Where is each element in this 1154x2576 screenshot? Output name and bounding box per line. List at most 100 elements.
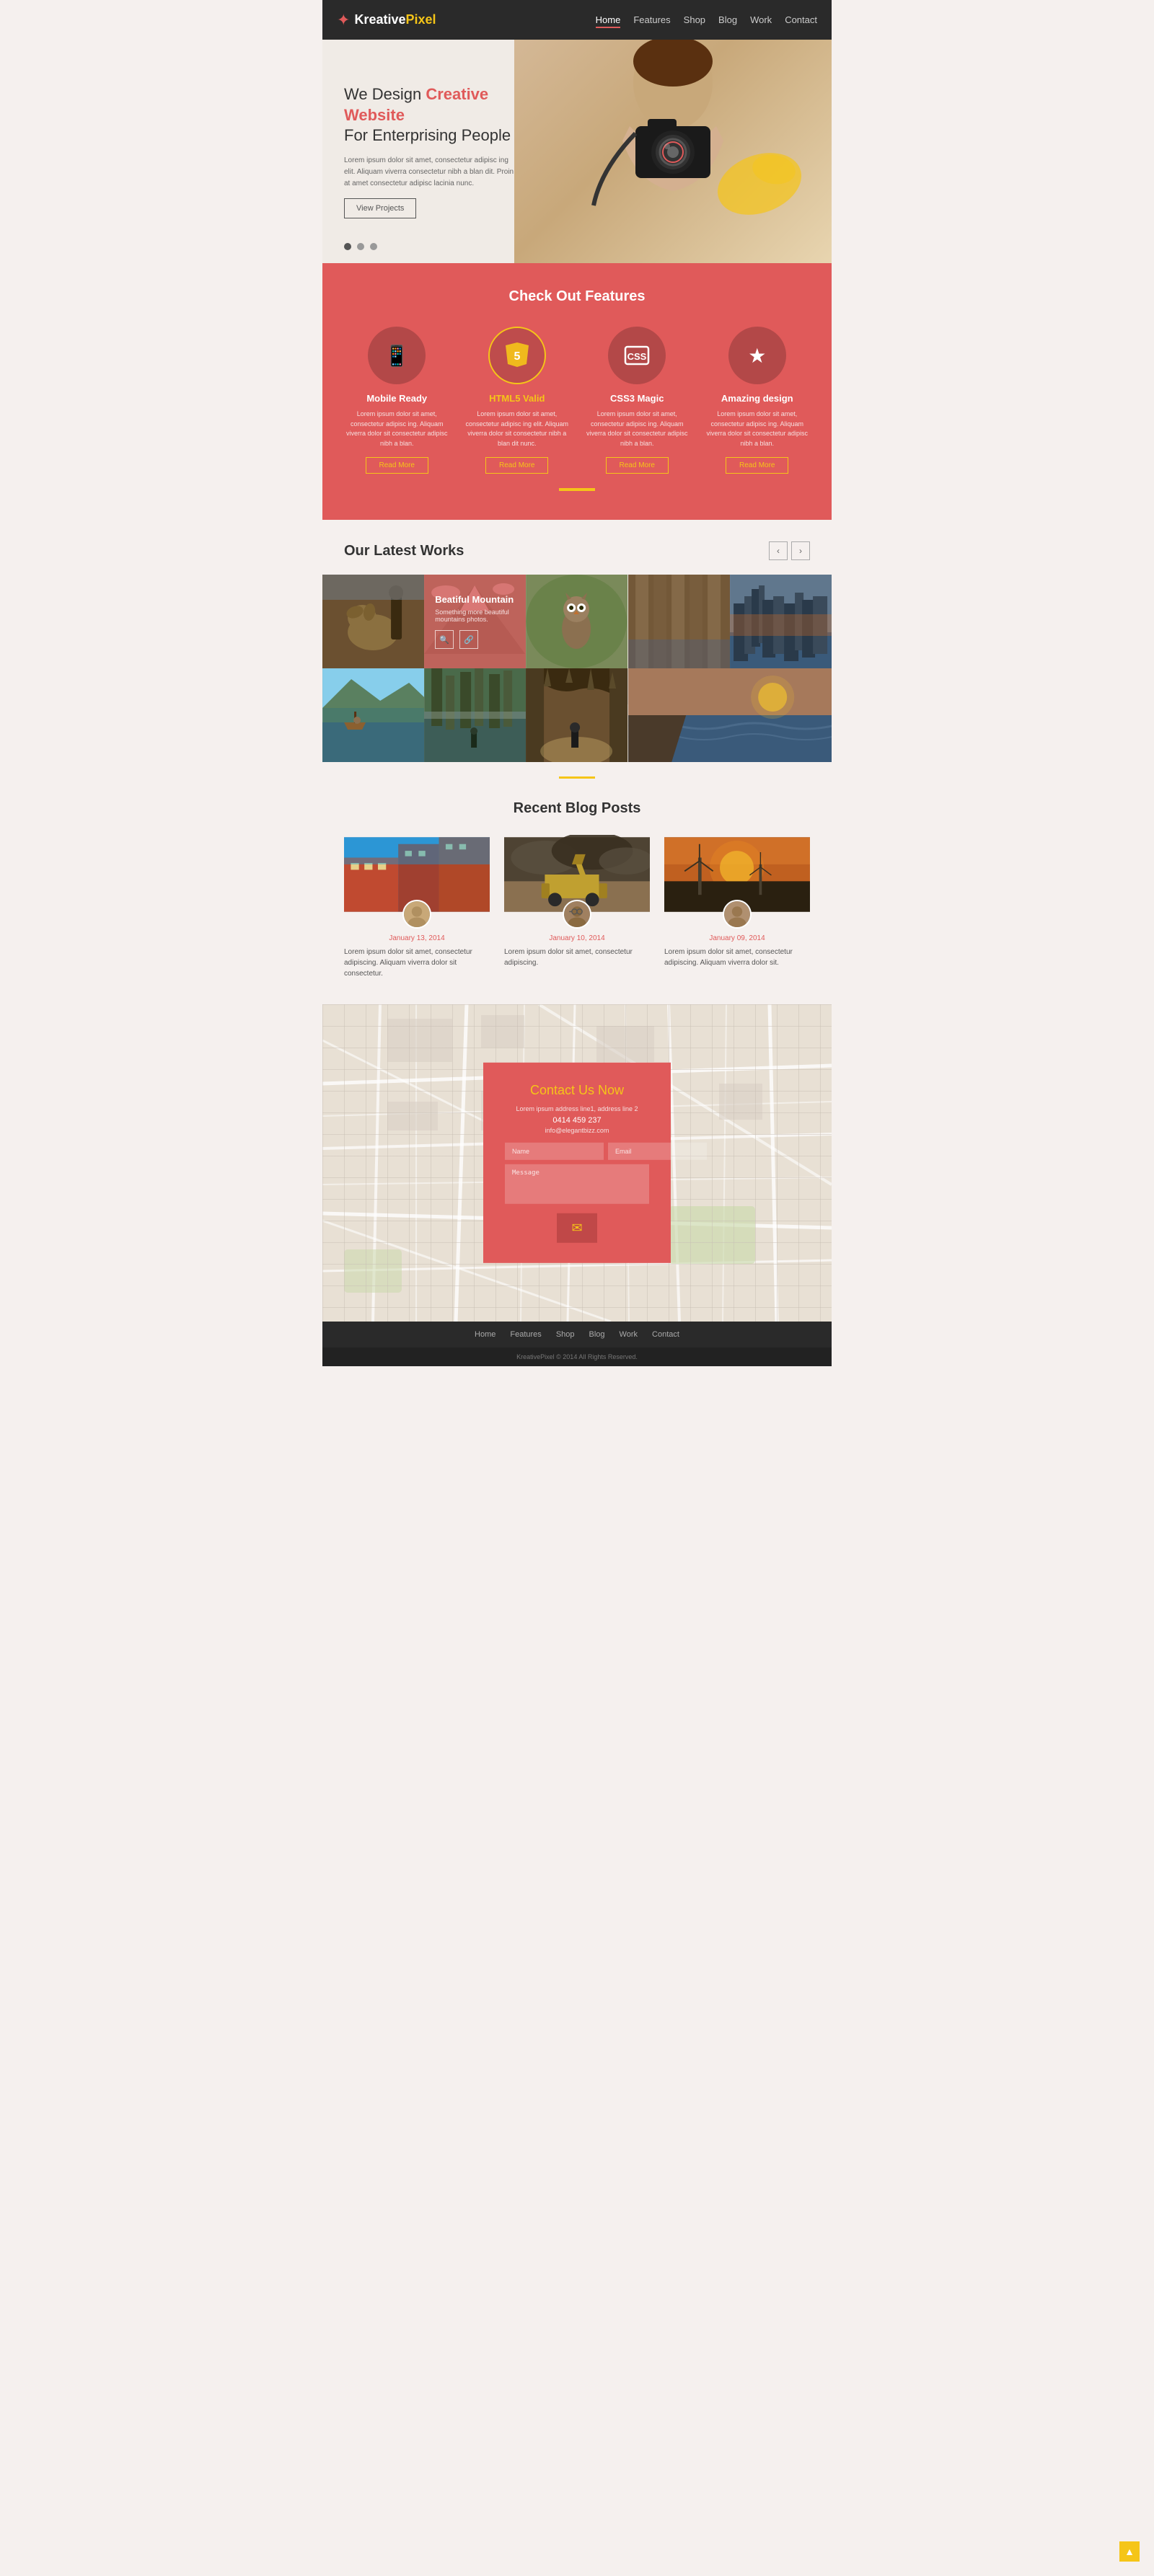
feature-mobile-btn[interactable]: Read More (366, 457, 428, 474)
work-item-2[interactable]: Beatiful Mountain Something more beautif… (424, 575, 526, 668)
contact-message-input[interactable] (505, 1164, 649, 1204)
blog-text-2: Lorem ipsum dolor sit amet, consectetur … (504, 947, 650, 968)
work-item-1[interactable] (322, 575, 424, 668)
features-bottom-bar (559, 488, 595, 491)
blog-grid: January 13, 2014 Lorem ipsum dolor sit a… (344, 835, 810, 979)
works-nav: ‹ › (769, 541, 810, 560)
blog-title: Recent Blog Posts (344, 800, 810, 817)
footer-nav: Home Features Shop Blog Work Contact (322, 1322, 832, 1347)
work-photo-owl (526, 575, 627, 668)
contact-form-card: Contact Us Now Lorem ipsum address line1… (483, 1063, 671, 1263)
hero-dot-3[interactable] (370, 243, 377, 250)
blog-post-2: January 10, 2014 Lorem ipsum dolor sit a… (504, 835, 650, 979)
blog-section: Recent Blog Posts (322, 793, 832, 1004)
contact-title: Contact Us Now (505, 1083, 649, 1098)
work-item-8[interactable] (526, 668, 627, 762)
mobile-icon: 📱 (384, 344, 410, 368)
view-projects-button[interactable]: View Projects (344, 198, 416, 218)
hero-dot-1[interactable] (344, 243, 351, 250)
work-item-5[interactable] (730, 575, 832, 668)
work-overlay-icons: 🔍 🔗 (435, 630, 515, 649)
feature-css3: CSS CSS3 Magic Lorem ipsum dolor sit ame… (584, 327, 690, 474)
work-item-3[interactable] (526, 575, 627, 668)
blog-post-3: January 09, 2014 Lorem ipsum dolor sit a… (664, 835, 810, 979)
work-photo-forest-water (424, 668, 526, 762)
work-photo-city (730, 575, 832, 668)
footer-nav-blog[interactable]: Blog (589, 1330, 605, 1339)
work-item-9[interactable] (628, 668, 832, 762)
contact-email-input[interactable] (608, 1143, 707, 1160)
nav-blog[interactable]: Blog (718, 14, 737, 25)
hero-title: We Design Creative Website For Enterpris… (344, 84, 517, 146)
feature-css3-icon-circle: CSS (608, 327, 666, 384)
feature-design-title: Amazing design (721, 393, 793, 404)
separator-1 (322, 762, 832, 793)
blog-avatar-1-img (404, 900, 430, 929)
work-item-7[interactable] (424, 668, 526, 762)
contact-section: Contact Us Now Lorem ipsum address line1… (322, 1004, 832, 1322)
nav-work[interactable]: Work (750, 14, 772, 25)
feature-design-desc: Lorem ipsum dolor sit amet, consectetur … (705, 410, 811, 448)
back-to-top-button[interactable]: ▲ (1119, 2541, 1140, 2562)
features-title: Check Out Features (344, 288, 810, 305)
logo-pixel: Pixel (405, 12, 436, 27)
works-next-button[interactable]: › (791, 541, 810, 560)
hero-pagination (344, 243, 377, 250)
works-header: Our Latest Works ‹ › (322, 541, 832, 575)
work-overlay-title: Beatiful Mountain (435, 594, 515, 605)
blog-post-1: January 13, 2014 Lorem ipsum dolor sit a… (344, 835, 490, 979)
contact-phone: 0414 459 237 (505, 1116, 649, 1125)
nav-contact[interactable]: Contact (785, 14, 817, 25)
footer: Home Features Shop Blog Work Contact Kre… (322, 1322, 832, 1366)
work-search-icon[interactable]: 🔍 (435, 630, 454, 649)
feature-design-btn[interactable]: Read More (726, 457, 788, 474)
feature-html5-icon-circle: 5 (488, 327, 546, 384)
logo-icon: ✦ (337, 11, 350, 30)
footer-nav-work[interactable]: Work (620, 1330, 638, 1339)
feature-html5-desc: Lorem ipsum dolor sit amet, consectetur … (464, 410, 571, 448)
contact-name-input[interactable] (505, 1143, 604, 1160)
nav-shop[interactable]: Shop (684, 14, 705, 25)
feature-mobile-desc: Lorem ipsum dolor sit amet, consectetur … (344, 410, 450, 448)
works-prev-button[interactable]: ‹ (769, 541, 788, 560)
work-item-4[interactable] (628, 575, 730, 668)
blog-date-1: January 13, 2014 (344, 934, 490, 942)
hero-content: We Design Creative Website For Enterpris… (322, 63, 539, 240)
blog-avatar-3-img (724, 900, 750, 929)
blog-avatar-3-wrap (664, 900, 810, 929)
svg-text:5: 5 (514, 350, 520, 363)
nav-features[interactable]: Features (633, 14, 670, 25)
feature-design: ★ Amazing design Lorem ipsum dolor sit a… (705, 327, 811, 474)
separator-line-1 (559, 776, 595, 779)
footer-nav-home[interactable]: Home (475, 1330, 495, 1339)
work-photo-dog (322, 575, 424, 668)
nav-home[interactable]: Home (596, 14, 621, 28)
feature-css3-title: CSS3 Magic (610, 393, 664, 404)
blog-avatar-3 (723, 900, 752, 929)
blog-text-3: Lorem ipsum dolor sit amet, consectetur … (664, 947, 810, 968)
footer-nav-features[interactable]: Features (510, 1330, 541, 1339)
features-title-normal: Check Out (509, 288, 581, 304)
blog-avatar-2-wrap (504, 900, 650, 929)
css3-icon: CSS (621, 340, 653, 371)
footer-nav-shop[interactable]: Shop (556, 1330, 575, 1339)
footer-nav-contact[interactable]: Contact (652, 1330, 679, 1339)
feature-mobile: 📱 Mobile Ready Lorem ipsum dolor sit ame… (344, 327, 450, 474)
work-link-icon[interactable]: 🔗 (459, 630, 478, 649)
contact-submit-button[interactable]: ✉ (557, 1213, 596, 1243)
hero-dot-2[interactable] (357, 243, 364, 250)
nav-menu: Home Features Shop Blog Work Contact (596, 14, 817, 27)
hero-description: Lorem ipsum dolor sit amet, consectetur … (344, 155, 517, 190)
work-photo-lake (322, 668, 424, 762)
feature-css3-btn[interactable]: Read More (606, 457, 669, 474)
feature-html5-btn[interactable]: Read More (485, 457, 548, 474)
features-grid: 📱 Mobile Ready Lorem ipsum dolor sit ame… (344, 327, 810, 474)
work-item-6[interactable] (322, 668, 424, 762)
blog-text-1: Lorem ipsum dolor sit amet, consectetur … (344, 947, 490, 979)
hero-title-line1: We Design (344, 85, 421, 103)
logo-kreative: Kreative (354, 12, 405, 27)
works-title-bold: Works (420, 543, 464, 559)
contact-address: Lorem ipsum address line1, address line … (505, 1104, 649, 1114)
feature-html5: 5 HTML5 Valid Lorem ipsum dolor sit amet… (464, 327, 571, 474)
feature-html5-title: HTML5 Valid (489, 393, 545, 404)
